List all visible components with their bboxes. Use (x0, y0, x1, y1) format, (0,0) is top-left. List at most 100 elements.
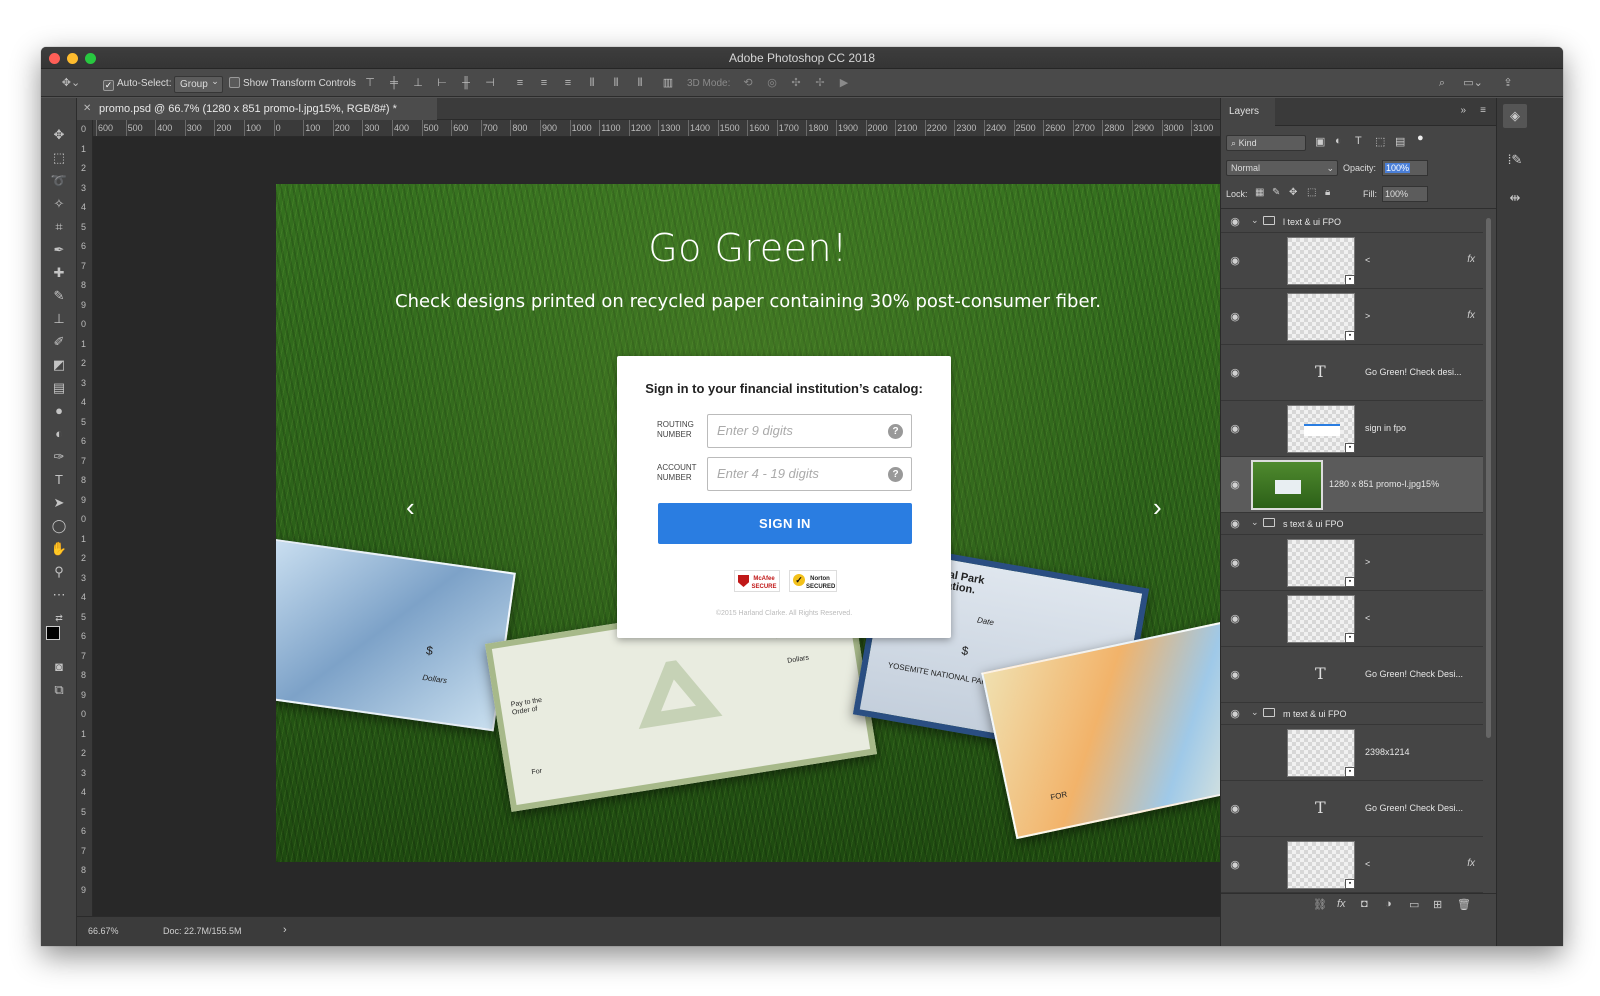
search-icon[interactable]: ⌕ (1435, 75, 1449, 91)
new-layer-icon[interactable]: ⊞ (1433, 898, 1442, 911)
filter-type-icon[interactable]: T (1355, 135, 1362, 147)
eye-icon[interactable]: ◉ (1229, 556, 1241, 569)
close-window-button[interactable] (49, 53, 60, 64)
eye-icon[interactable]: ◉ (1229, 310, 1241, 323)
share-icon[interactable]: ⇪ (1501, 75, 1515, 91)
layer-effects-icon[interactable]: fx (1467, 858, 1475, 869)
eyedropper-tool-icon[interactable]: ✒ (50, 241, 68, 259)
distribute-right-icon[interactable]: ⦀ (633, 75, 647, 91)
align-hcenter-icon[interactable]: ╫ (459, 75, 473, 91)
add-style-icon[interactable]: fx (1337, 898, 1346, 910)
layer-effects-icon[interactable]: fx (1467, 254, 1475, 265)
eye-icon[interactable]: ◉ (1229, 707, 1241, 720)
distribute-top-icon[interactable]: ≡ (513, 75, 527, 91)
magic-wand-tool-icon[interactable]: ✧ (50, 195, 68, 213)
canvas-workspace[interactable]: $ Dollars $ Pay to the Order of Dollars … (93, 137, 1220, 916)
default-colors-icon[interactable]: ⇄ (50, 609, 68, 627)
align-vcenter-icon[interactable]: ╪ (387, 75, 401, 91)
layer-filter-dropdown[interactable]: ⌕ Kind (1226, 135, 1306, 151)
opacity-input[interactable]: 100% (1382, 160, 1428, 176)
marquee-tool-icon[interactable]: ⬚ (50, 149, 68, 167)
gradient-tool-icon[interactable]: ▤ (50, 379, 68, 397)
carousel-prev-arrow[interactable]: ‹ (406, 494, 415, 520)
layer-row[interactable]: ◉ ▪ < fx (1221, 233, 1483, 289)
layer-row[interactable]: ◉ ▪ > (1221, 535, 1483, 591)
vertical-ruler[interactable]: 0 1 2 3 4 5 6 7 8 9 0 1 2 3 4 5 6 7 8 9 0 1 2 3 4 5 6 7 8 9 0 1 2 3 4 5 6 7 8 9 (77, 120, 93, 916)
workspace-icon[interactable]: ▭⌄ (1461, 75, 1485, 91)
align-bottom-icon[interactable]: ⊥ (411, 75, 425, 91)
hand-tool-icon[interactable]: ✋ (50, 540, 68, 558)
new-adjustment-icon[interactable]: ◑ (1385, 898, 1392, 910)
layer-row[interactable]: ◉ ▪ < fx (1221, 837, 1483, 893)
auto-align-icon[interactable]: ▥ (661, 75, 675, 91)
lasso-tool-icon[interactable]: ➰ (50, 172, 68, 190)
distribute-hcenter-icon[interactable]: ⦀ (609, 75, 623, 91)
layer-row[interactable]: ◉ T Go Green! Check Desi... (1221, 781, 1483, 837)
history-brush-tool-icon[interactable]: ✐ (50, 333, 68, 351)
eye-icon[interactable]: ◉ (1229, 478, 1241, 491)
layer-row[interactable]: ◉ ▪ > fx (1221, 289, 1483, 345)
minimize-window-button[interactable] (67, 53, 78, 64)
distribute-bottom-icon[interactable]: ≡ (561, 75, 575, 91)
status-menu-arrow[interactable]: › (283, 924, 287, 936)
layer-effects-icon[interactable]: fx (1467, 310, 1475, 321)
align-left-icon[interactable]: ⊢ (435, 75, 449, 91)
layer-row[interactable]: ◉ ▪ < (1221, 591, 1483, 647)
auto-select-dropdown[interactable]: Group (174, 74, 223, 93)
eye-icon[interactable]: ◉ (1229, 612, 1241, 625)
eye-icon[interactable]: ◉ (1229, 858, 1241, 871)
lock-all-icon[interactable]: 🔒︎ (1325, 187, 1330, 198)
more-tools-icon[interactable]: ⋯ (50, 586, 68, 604)
path-selection-tool-icon[interactable]: ➤ (50, 494, 68, 512)
align-right-icon[interactable]: ⊣ (483, 75, 497, 91)
fill-input[interactable]: 100% (1382, 186, 1428, 202)
document-tab[interactable]: ✕ promo.psd @ 66.7% (1280 x 851 promo-l.… (77, 98, 437, 120)
eye-icon[interactable]: ◉ (1229, 517, 1241, 530)
disclosure-chevron-icon[interactable]: ⌄ (1251, 215, 1259, 226)
screen-mode-icon[interactable]: ⧉ (50, 681, 68, 699)
disclosure-chevron-icon[interactable]: ⌄ (1251, 517, 1259, 528)
layer-row[interactable]: ◉ ⌄ l text & ui FPO (1221, 211, 1483, 233)
layers-dock-icon[interactable]: ◈ (1503, 104, 1527, 128)
layer-row[interactable]: ◉ T Go Green! Check Desi... (1221, 647, 1483, 703)
pen-tool-icon[interactable]: ✑ (50, 448, 68, 466)
layer-row[interactable]: ◉ ⌄ m text & ui FPO (1221, 703, 1483, 725)
account-number-input[interactable]: Enter 4 - 19 digits ? (707, 457, 912, 491)
filter-shape-icon[interactable]: ⬚ (1375, 135, 1385, 148)
blur-tool-icon[interactable]: ● (50, 402, 68, 420)
layers-scrollbar[interactable] (1486, 218, 1491, 738)
move-tool-preset-icon[interactable]: ✥⌄ (59, 75, 83, 91)
filter-adjustment-icon[interactable]: ◐ (1335, 135, 1342, 147)
eye-icon[interactable]: ◉ (1229, 366, 1241, 379)
auto-select-checkbox[interactable]: ✓ Auto-Select: (103, 76, 171, 91)
eye-icon[interactable]: ◉ (1229, 802, 1241, 815)
dodge-tool-icon[interactable]: ◐ (50, 425, 68, 443)
lock-artboard-icon[interactable]: ⬚ (1307, 187, 1316, 198)
layer-row[interactable]: ◉ T Go Green! Check desi... (1221, 345, 1483, 401)
layers-tab[interactable]: Layers (1221, 98, 1275, 126)
healing-brush-tool-icon[interactable]: ✚ (50, 264, 68, 282)
lock-position-icon[interactable]: ✥ (1289, 187, 1297, 198)
carousel-next-arrow[interactable]: › (1153, 494, 1162, 520)
clone-stamp-tool-icon[interactable]: ⊥ (50, 310, 68, 328)
eye-icon[interactable]: ◉ (1229, 215, 1241, 228)
eye-icon[interactable]: ◉ (1229, 422, 1241, 435)
document-canvas[interactable]: $ Dollars $ Pay to the Order of Dollars … (276, 184, 1220, 862)
add-mask-icon[interactable]: ◘ (1361, 898, 1368, 910)
account-help-icon[interactable]: ? (888, 467, 903, 482)
quick-mask-icon[interactable]: ◙ (50, 658, 68, 676)
blend-mode-dropdown[interactable]: Normal ⌄ (1226, 160, 1338, 176)
foreground-color-swatch[interactable] (46, 626, 60, 640)
horizontal-ruler[interactable]: 600 500 400 300 200 100 0 100 200 300 400 500 600 700… (93, 120, 1220, 137)
delete-layer-icon[interactable]: 🗑︎ (1457, 898, 1471, 911)
eraser-tool-icon[interactable]: ◩ (50, 356, 68, 374)
layer-row[interactable]: ▪ 2398x1214 (1221, 725, 1483, 781)
ellipse-tool-icon[interactable]: ◯ (50, 517, 68, 535)
routing-help-icon[interactable]: ? (888, 424, 903, 439)
filter-smart-object-icon[interactable]: ▤ (1395, 135, 1405, 148)
layer-row[interactable]: ◉ ⌄ s text & ui FPO (1221, 513, 1483, 535)
type-tool-icon[interactable]: T (50, 471, 68, 489)
distribute-left-icon[interactable]: ⦀ (585, 75, 599, 91)
eye-icon[interactable]: ◉ (1229, 668, 1241, 681)
show-transform-controls-checkbox[interactable]: Show Transform Controls (229, 76, 356, 91)
